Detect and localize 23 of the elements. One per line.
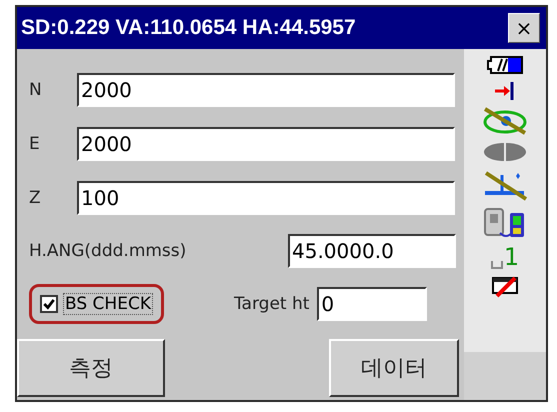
angle-field[interactable]: 45.0000.0: [288, 234, 456, 268]
target-height-field[interactable]: 0: [317, 287, 428, 321]
measure-button[interactable]: 측정: [17, 339, 165, 397]
close-button[interactable]: ×: [508, 13, 540, 43]
coordinate-field[interactable]: 2000: [77, 73, 455, 107]
crossed-target-icon[interactable]: [482, 107, 528, 135]
pencil-icon[interactable]: [491, 275, 519, 299]
prism-count: 1: [504, 245, 520, 269]
field-label: H.ANG(ddd.mmss): [29, 241, 186, 261]
coordinate-field[interactable]: 100: [77, 181, 455, 215]
prism-icon[interactable]: [483, 141, 527, 163]
coordinate-field[interactable]: 2000: [77, 127, 455, 161]
data-button[interactable]: 데이터: [329, 339, 459, 397]
battery-icon[interactable]: [486, 55, 524, 75]
field-label: Z: [28, 188, 42, 208]
checkbox-label[interactable]: BS CHECK: [63, 293, 153, 315]
crossed-level-icon[interactable]: [482, 169, 528, 201]
checkbox[interactable]: [40, 295, 58, 313]
bracket-icon: [490, 259, 503, 269]
field-label: N: [28, 80, 43, 100]
field-label: Target ht: [234, 294, 310, 314]
field-label: E: [28, 134, 41, 154]
window-title: SD:0.229 VA:110.0654 HA:44.5957: [21, 16, 356, 40]
